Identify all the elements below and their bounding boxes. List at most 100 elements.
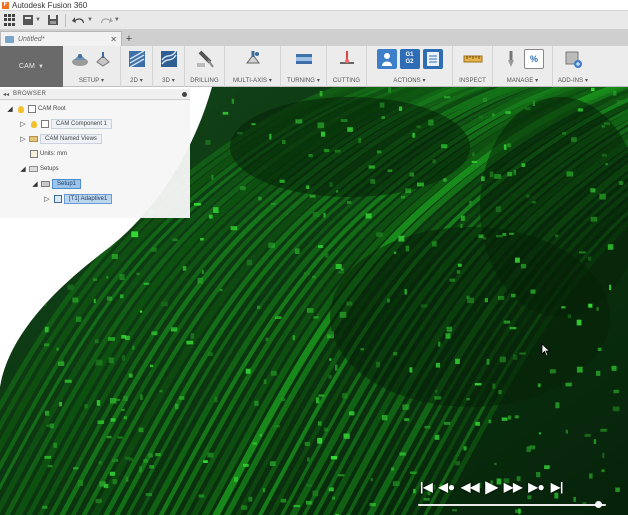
collapse-panel-icon[interactable]: ◂◂ [3, 91, 9, 98]
post-process-icon[interactable]: G1 G2 [399, 49, 420, 69]
stock-step [405, 188, 412, 193]
stock-step [57, 361, 65, 366]
stock-step [507, 143, 511, 148]
stock-step [514, 415, 519, 419]
step-forward-button[interactable]: ▶▶ [504, 479, 522, 495]
3d-group[interactable]: 3D ▾ [153, 46, 185, 87]
stock-step [295, 119, 303, 124]
drill-icon[interactable] [195, 49, 215, 69]
stock-step [338, 271, 344, 274]
stock-step [138, 427, 144, 433]
stock-step [435, 362, 441, 368]
2d-toolpath-icon[interactable] [127, 49, 147, 69]
window-title: Autodesk Fusion 360 [12, 0, 88, 10]
measure-icon[interactable] [463, 49, 483, 69]
2d-group[interactable]: 2D ▾ [121, 46, 153, 87]
stock-step [317, 421, 322, 426]
stock-step [230, 226, 238, 231]
redo-icon[interactable]: ▼ [99, 13, 120, 28]
cutting-icon[interactable] [337, 49, 357, 69]
inspect-group[interactable]: INSPECT [453, 46, 493, 87]
stock-step [435, 389, 438, 393]
drilling-group[interactable]: DRILLING [185, 46, 225, 87]
tab-untitled[interactable]: Untitled* ✕ [0, 31, 122, 46]
play-button[interactable]: ▶ [486, 479, 498, 496]
go-to-start-button[interactable]: |◀ [420, 479, 433, 495]
go-to-end-button[interactable]: ▶| [551, 479, 564, 495]
multi-axis-icon[interactable] [243, 49, 263, 69]
cam-ribbon: CAM ▼ SETUP ▾ 2D ▾ 3D ▾ DRILLING MULTI-A… [0, 46, 628, 87]
stock-step [328, 487, 334, 492]
stock-step [455, 358, 460, 364]
stock-icon[interactable] [93, 49, 113, 69]
previous-operation-button[interactable]: ◀● [439, 479, 455, 495]
stock-step [151, 247, 157, 252]
tool-library-icon[interactable] [501, 49, 521, 69]
expand-closed-icon[interactable]: ▷ [43, 195, 51, 203]
document-tab-bar: Untitled* ✕ + [0, 30, 628, 46]
stock-step [318, 245, 323, 248]
pin-panel-icon[interactable] [182, 91, 187, 97]
stock-step [110, 398, 117, 404]
timeline-track[interactable] [418, 504, 606, 506]
undo-icon[interactable]: ▼ [71, 13, 93, 28]
stock-step [376, 150, 382, 154]
timeline-handle[interactable] [595, 501, 602, 508]
expand-closed-icon[interactable]: ▷ [19, 120, 27, 128]
browser-title: BROWSER [13, 91, 47, 97]
stock-step [441, 144, 448, 149]
workspace-switcher[interactable]: CAM ▼ [0, 46, 63, 87]
setup-group[interactable]: SETUP ▾ [63, 46, 121, 87]
save-icon[interactable] [47, 13, 59, 28]
3d-toolpath-icon[interactable] [159, 49, 179, 69]
stock-step [280, 498, 287, 503]
stock-step [136, 272, 140, 276]
stock-step [401, 195, 406, 199]
apps-grid-icon[interactable] [4, 13, 16, 28]
setup-sheet-icon[interactable] [422, 49, 443, 69]
turning-icon[interactable] [294, 49, 314, 69]
cutting-group[interactable]: CUTTING [327, 46, 367, 87]
stock-step [544, 465, 550, 470]
file-icon[interactable]: ▼ [22, 13, 41, 28]
tree-node-cam-component[interactable]: ▷ CAM Component 1 [19, 117, 113, 131]
stock-step [446, 326, 453, 332]
visibility-bulb-icon[interactable] [29, 120, 38, 128]
stock-step [428, 119, 434, 126]
stock-step [521, 163, 526, 167]
actions-group[interactable]: G1 G2 ACTIONS ▾ [367, 46, 453, 87]
expand-open-icon[interactable]: ◢ [31, 180, 39, 188]
tree-node-setup1[interactable]: ◢ Setup1 [31, 177, 82, 191]
step-back-button[interactable]: ◀◀ [461, 479, 479, 495]
stock-step [613, 389, 619, 394]
stock-step [145, 493, 153, 497]
add-ins-group[interactable]: ADD-INS ▾ [553, 46, 593, 87]
tree-node-units[interactable]: Units: mm [29, 147, 67, 161]
new-tab-button[interactable]: + [122, 31, 136, 46]
visibility-bulb-icon[interactable] [16, 105, 25, 113]
tree-node-cam-root[interactable]: ◢ CAM Root [6, 102, 66, 116]
expand-open-icon[interactable]: ◢ [6, 105, 14, 113]
tree-node-named-views[interactable]: ▷ CAM Named Views [19, 132, 102, 146]
stock-step [308, 154, 313, 158]
add-ins-icon[interactable] [563, 49, 583, 69]
setup-icon[interactable] [70, 49, 90, 69]
turning-group[interactable]: TURNING ▾ [281, 46, 327, 87]
next-operation-button[interactable]: ▶● [528, 479, 544, 495]
tree-node-adaptive1[interactable]: ▷ [T1] Adaptive1 [43, 192, 113, 206]
simulate-icon[interactable] [376, 49, 397, 69]
tree-node-setups[interactable]: ◢ Setups [19, 162, 59, 176]
manage-group[interactable]: % MANAGE ▾ [493, 46, 553, 87]
stock-step [251, 123, 256, 126]
expand-closed-icon[interactable]: ▷ [19, 135, 27, 143]
post-library-icon[interactable]: % [524, 49, 544, 69]
simulation-timeline-slider[interactable] [418, 501, 606, 508]
multi-axis-group[interactable]: MULTI-AXIS ▾ [225, 46, 281, 87]
expand-open-icon[interactable]: ◢ [19, 165, 27, 173]
stock-step [282, 139, 286, 144]
stock-step [96, 400, 101, 406]
close-icon[interactable]: ✕ [110, 35, 117, 44]
stock-step [245, 368, 251, 374]
stock-step [304, 441, 310, 447]
stock-step [313, 316, 319, 319]
